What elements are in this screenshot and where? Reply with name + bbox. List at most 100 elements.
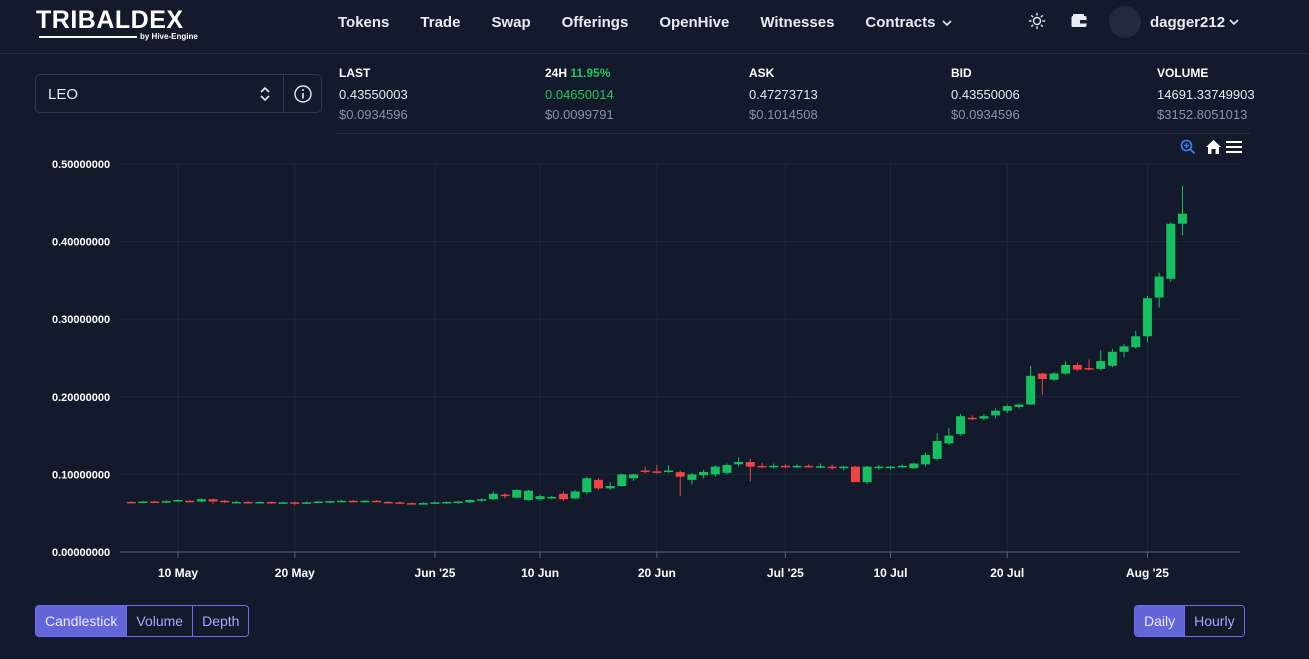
- info-icon[interactable]: [293, 84, 313, 104]
- candle-body: [1107, 351, 1117, 366]
- candle-body: [196, 499, 206, 502]
- tab-hourly[interactable]: Hourly: [1185, 606, 1244, 636]
- candle-body: [722, 465, 732, 473]
- candle-body: [500, 494, 510, 497]
- wallet-icon[interactable]: [1070, 12, 1088, 30]
- nav-openhive[interactable]: OpenHive: [659, 14, 729, 31]
- tab-depth[interactable]: Depth: [193, 606, 249, 636]
- stat-usd: $0.1014508: [749, 107, 818, 122]
- nav-contracts-dropdown[interactable]: Contracts: [865, 14, 953, 31]
- candle-body: [815, 466, 825, 468]
- stat-label: 24H 11.95%: [545, 66, 614, 82]
- candle: [734, 457, 744, 467]
- candle-body: [442, 501, 452, 504]
- candle: [477, 498, 487, 502]
- candle: [745, 458, 755, 482]
- candle: [126, 501, 136, 504]
- stat-usd: $0.0934596: [951, 107, 1020, 122]
- token-select-value: LEO: [48, 86, 79, 103]
- stat-label: VOLUME: [1157, 66, 1209, 80]
- stat-bid: BID 0.43550006 $0.0934596: [951, 66, 1020, 122]
- candle-body: [337, 500, 347, 503]
- candle: [395, 501, 405, 504]
- candle-body: [266, 501, 276, 504]
- candle-body: [185, 500, 195, 503]
- candle: [407, 502, 417, 505]
- logo-text: TRIBALDEX: [36, 6, 184, 34]
- stat-value: 0.43550006: [951, 87, 1020, 102]
- candle-body: [547, 496, 557, 499]
- candle: [804, 464, 814, 468]
- candle-body: [1154, 276, 1164, 298]
- candle-body: [1049, 373, 1059, 380]
- candle: [208, 498, 218, 504]
- candle-body: [991, 410, 1001, 416]
- candle-body: [1142, 298, 1152, 337]
- candle-body: [1061, 364, 1071, 374]
- logo[interactable]: TRIBALDEX by Hive-Engine: [36, 6, 198, 41]
- candle-body: [477, 499, 487, 501]
- candle-body: [208, 499, 218, 502]
- nav-offerings[interactable]: Offerings: [562, 14, 629, 31]
- y-tick-label: 0.50000000: [52, 159, 110, 171]
- sun-icon[interactable]: [1028, 12, 1046, 30]
- stat-label-text: 24H: [545, 66, 568, 80]
- stat-last: LAST 0.43550003 $0.0934596: [339, 66, 408, 122]
- candle: [909, 462, 919, 469]
- candle-body: [944, 435, 954, 444]
- candle-body: [255, 501, 265, 504]
- candle-body: [535, 496, 545, 500]
- candle: [383, 501, 393, 504]
- logo-underline: [39, 36, 137, 38]
- candle: [897, 464, 907, 469]
- candle: [874, 465, 884, 470]
- candle-body: [967, 417, 977, 420]
- candle-body: [652, 471, 662, 473]
- candle-body: [932, 441, 942, 459]
- candle-body: [430, 502, 440, 504]
- avatar[interactable]: [1109, 6, 1141, 38]
- nav-tokens[interactable]: Tokens: [338, 14, 389, 31]
- candle-body: [1096, 361, 1106, 369]
- candle-body: [769, 465, 779, 468]
- candle: [792, 464, 802, 469]
- tab-daily[interactable]: Daily: [1135, 606, 1186, 636]
- nav-witnesses[interactable]: Witnesses: [760, 14, 834, 31]
- candlestick-chart[interactable]: 0.50000000 0.40000000 0.30000000 0.20000000…: [0, 134, 1309, 584]
- nav-swap[interactable]: Swap: [491, 14, 530, 31]
- candle: [512, 489, 522, 498]
- candle: [769, 463, 779, 469]
- candle: [290, 501, 300, 506]
- candle-body: [138, 501, 148, 504]
- candle: [523, 489, 533, 501]
- candle: [699, 469, 709, 479]
- username[interactable]: dagger212: [1150, 14, 1225, 31]
- candle-body: [582, 478, 592, 493]
- candle: [278, 501, 288, 504]
- candle-body: [1177, 213, 1187, 224]
- candle: [1026, 365, 1036, 405]
- candle: [675, 470, 685, 497]
- y-tick-label: 0.20000000: [52, 392, 110, 404]
- token-select[interactable]: LEO: [35, 74, 322, 113]
- candle: [150, 500, 160, 504]
- candle-body: [699, 472, 709, 476]
- y-tick-label: 0.40000000: [52, 237, 110, 249]
- candle: [1154, 272, 1164, 308]
- candle-body: [804, 465, 814, 468]
- nav-trade[interactable]: Trade: [420, 14, 460, 31]
- candle-body: [348, 500, 358, 503]
- stat-ask: ASK 0.47273713 $0.1014508: [749, 66, 818, 122]
- candle: [325, 500, 335, 504]
- candle: [360, 500, 370, 503]
- chevron-down-icon[interactable]: [1228, 16, 1240, 28]
- chart-type-tabs: Candlestick Volume Depth: [35, 605, 250, 637]
- candle: [979, 413, 989, 421]
- candle-body: [1037, 373, 1047, 379]
- tab-volume[interactable]: Volume: [127, 606, 194, 636]
- candle: [547, 496, 557, 500]
- tab-candlestick[interactable]: Candlestick: [36, 606, 128, 636]
- candle: [885, 465, 895, 470]
- nav-contracts-label: Contracts: [865, 14, 936, 31]
- stat-label: ASK: [749, 66, 775, 80]
